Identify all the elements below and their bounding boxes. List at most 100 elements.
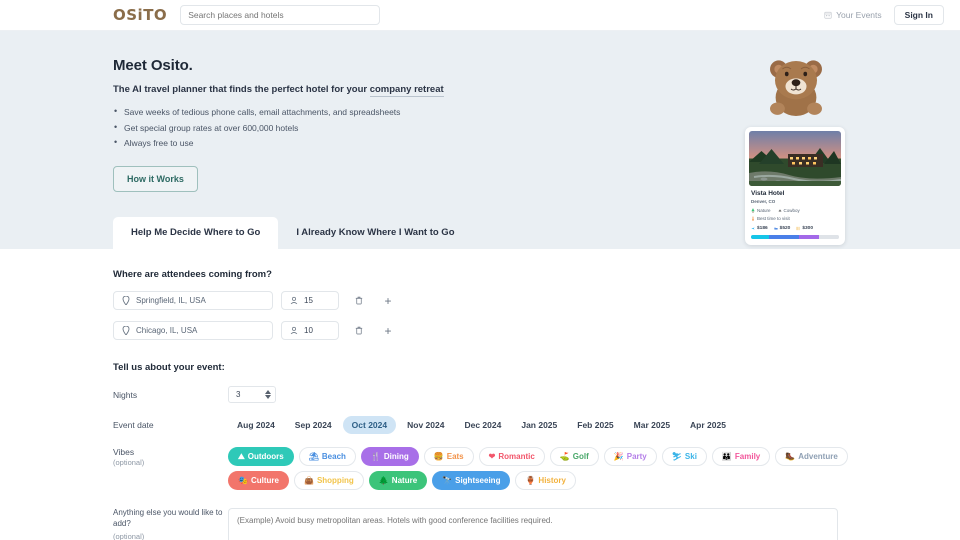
hotel-price-flight: $186 — [751, 226, 768, 231]
month-option[interactable]: Dec 2024 — [455, 416, 510, 434]
vibe-chip-label: Nature — [391, 476, 418, 485]
attendees-section-title: Where are attendees coming from? — [113, 269, 272, 280]
origin-location-input[interactable]: Chicago, IL, USA — [113, 321, 273, 340]
vibe-chip-label: Golf — [572, 452, 589, 461]
location-pin-icon — [122, 326, 130, 335]
tab-help-me-decide[interactable]: Help Me Decide Where to Go — [113, 217, 279, 249]
nights-decrement-button[interactable] — [265, 395, 271, 399]
vibes-optional-note: (optional) — [113, 458, 145, 467]
trip-form: Where are attendees coming from? Springf… — [0, 249, 960, 540]
month-option[interactable]: Jan 2025 — [512, 416, 566, 434]
hotel-tag-label: Cowboy — [783, 208, 800, 213]
hotel-price-food: $300 — [796, 226, 813, 231]
vibe-chip[interactable]: ⛱ Beach — [298, 447, 356, 466]
vibe-chip-label: Sightseeing — [455, 476, 501, 485]
vibe-chip[interactable]: ⛳ Golf — [549, 447, 599, 466]
event-section-title: Tell us about your event: — [113, 362, 225, 373]
month-option[interactable]: Feb 2025 — [568, 416, 622, 434]
vibe-chip-icon: ⛱ — [308, 451, 319, 461]
calendar-icon — [824, 11, 832, 19]
delete-origin-button[interactable] — [351, 323, 367, 339]
hotel-price-value: $186 — [757, 226, 768, 231]
person-icon — [290, 326, 298, 335]
vibe-chip[interactable]: 🌲 Nature — [368, 471, 428, 490]
food-icon — [797, 226, 800, 231]
nights-stepper[interactable]: 3 — [228, 386, 276, 403]
hotel-tag: Cowboy — [777, 208, 800, 213]
notes-label-line1: Anything else you would — [113, 508, 200, 517]
vibe-chip[interactable]: ⛰ Outdoors — [228, 447, 294, 466]
hotel-price-row: $186 $520 $300 — [751, 226, 841, 231]
vibe-chip-label: Dining — [383, 452, 409, 461]
add-origin-button[interactable]: + — [380, 323, 396, 339]
attendee-count-input[interactable]: 10 — [281, 321, 339, 340]
vibe-chip[interactable]: 🎭 Culture — [228, 471, 289, 490]
hotel-tag-label: Nature — [757, 208, 771, 213]
hotel-price-room: $520 — [774, 226, 790, 231]
tab-i-already-know[interactable]: I Already Know Where I Want to Go — [278, 217, 472, 249]
vibe-chip-icon: ❤ — [488, 451, 496, 461]
attendee-count-value: 10 — [304, 326, 313, 335]
hero-subtitle-highlight: company retreat — [369, 84, 444, 97]
sign-in-button[interactable]: Sign In — [893, 5, 944, 25]
hotel-best-time: Best time to visit — [751, 216, 841, 221]
attendee-origin-row: Springfield, IL, USA 15 + — [113, 291, 960, 310]
additional-notes-row: Anything else you would like to add? (op… — [113, 508, 960, 540]
how-it-works-button[interactable]: How it Works — [113, 165, 198, 192]
vibe-chip-group: ⛰ Outdoors ⛱ Beach 🍴 Dining 🍔 Eats ❤ Romantic ⛳ Gol… — [228, 447, 848, 490]
cowboy-hat-icon — [777, 209, 782, 212]
vibe-chip-icon: 🌲 — [378, 475, 389, 485]
event-date-row: Event date Aug 2024 Sep 2024 Oct 2024 Nov 2… — [113, 416, 960, 434]
month-option[interactable]: Oct 2024 — [342, 416, 397, 434]
vibe-chip[interactable]: 🏺 History — [515, 471, 576, 490]
hotel-tag-row: Nature Cowboy — [751, 208, 841, 213]
vibe-chip[interactable]: ⛷ Ski — [661, 447, 707, 466]
your-events-link[interactable]: Your Events — [824, 10, 882, 20]
vibe-chip-label: Party — [626, 452, 647, 461]
hotel-tag: Nature — [751, 208, 771, 213]
origin-location-value: Springfield, IL, USA — [136, 296, 206, 305]
top-navigation-bar: OSiTO Your Events Sign In — [0, 0, 960, 31]
cost-bar-segment — [751, 235, 769, 239]
month-selector: Aug 2024 Sep 2024 Oct 2024 Nov 2024 Dec 2024… — [228, 416, 735, 434]
notes-optional-note: (optional) — [113, 531, 145, 540]
nights-row: Nights 3 — [113, 386, 960, 403]
vibe-chip[interactable]: 🎉 Party — [603, 447, 657, 466]
delete-origin-button[interactable] — [351, 293, 367, 309]
vibe-chip[interactable]: 🔭 Sightseeing — [432, 471, 511, 490]
vibe-chip-icon: ⛷ — [671, 451, 682, 461]
hotel-price-value: $300 — [802, 226, 814, 231]
month-option[interactable]: Sep 2024 — [286, 416, 341, 434]
cost-bar-segment — [799, 235, 819, 239]
vibe-chip[interactable]: 🍔 Eats — [423, 447, 474, 466]
vibe-chip-label: Adventure — [798, 452, 838, 461]
attendee-count-input[interactable]: 15 — [281, 291, 339, 310]
vibe-chip[interactable]: 🥾 Adventure — [775, 447, 848, 466]
vibe-chip[interactable]: ❤ Romantic — [478, 447, 545, 466]
vibe-chip-label: Beach — [321, 452, 346, 461]
nights-increment-button[interactable] — [265, 390, 271, 394]
hotel-preview-card[interactable]: Vista Hotel Denver, CO Nature Cowboy Bes… — [745, 127, 845, 245]
month-option[interactable]: Apr 2025 — [681, 416, 735, 434]
vibe-chip[interactable]: 🍴 Dining — [360, 447, 419, 466]
app-logo[interactable]: OSiTO — [113, 6, 167, 24]
month-option[interactable]: Nov 2024 — [398, 416, 453, 434]
month-option[interactable]: Mar 2025 — [625, 416, 679, 434]
search-input[interactable] — [180, 5, 381, 25]
vibe-chip[interactable]: 👜 Shopping — [293, 471, 364, 490]
vibe-chip-label: Romantic — [498, 452, 535, 461]
vibe-chip-label: Family — [734, 452, 761, 461]
month-option[interactable]: Aug 2024 — [228, 416, 284, 434]
hotel-location: Denver, CO — [751, 199, 776, 204]
origin-location-input[interactable]: Springfield, IL, USA — [113, 291, 273, 310]
hotel-name: Vista Hotel — [751, 190, 785, 197]
vibe-chip-icon: 🍴 — [370, 451, 381, 461]
vibe-chip-label: History — [538, 476, 566, 485]
hero-section: Meet Osito. The AI travel planner that f… — [0, 31, 960, 249]
additional-notes-input[interactable] — [228, 508, 838, 540]
attendee-count-value: 15 — [304, 296, 313, 305]
hero-illustration: Vista Hotel Denver, CO Nature Cowboy Bes… — [745, 60, 845, 245]
trash-icon — [355, 296, 363, 305]
add-origin-button[interactable]: + — [380, 293, 396, 309]
vibe-chip[interactable]: 👪 Family — [711, 447, 771, 466]
